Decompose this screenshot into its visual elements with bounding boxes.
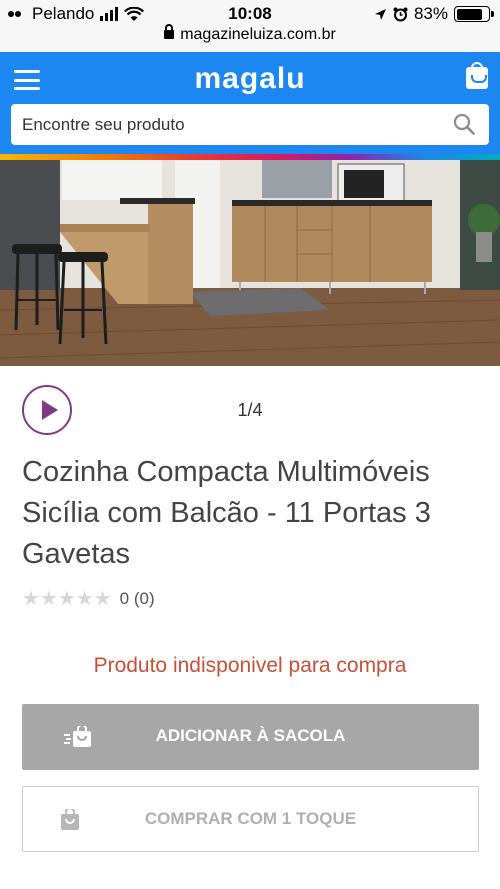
product-title: Cozinha Compacta Multimóveis Sicília com… <box>22 456 431 570</box>
search-input[interactable] <box>11 104 441 145</box>
product-rating[interactable]: ★★★★★ 0 (0) <box>22 586 155 611</box>
site-logo[interactable]: magalu <box>0 62 500 96</box>
search-bar <box>11 104 489 145</box>
buy-one-click-button[interactable]: COMPRAR COM 1 TOQUE <box>22 786 479 852</box>
lock-icon <box>164 24 175 39</box>
product-image[interactable] <box>0 160 500 366</box>
rating-stars-icon: ★★★★★ <box>22 588 112 610</box>
shopping-bag-icon[interactable] <box>466 62 488 89</box>
url-text: magazineluiza.com.br <box>180 26 336 43</box>
add-to-bag-label: ADICIONAR À SACOLA <box>155 726 346 745</box>
status-bar: Pelando 10:08 83% <box>0 0 500 28</box>
alarm-icon <box>393 7 408 21</box>
buy-one-click-label: COMPRAR COM 1 TOQUE <box>144 809 357 828</box>
battery-percent: 83% <box>413 4 448 23</box>
site-header: magalu <box>0 52 500 154</box>
browser-url-bar[interactable]: magazineluiza.com.br <box>0 24 500 52</box>
status-right: 83% <box>374 4 494 24</box>
battery-fill <box>456 8 483 20</box>
battery-icon <box>454 6 494 22</box>
add-to-bag-button[interactable]: ADICIONAR À SACOLA <box>22 704 479 770</box>
search-icon[interactable] <box>453 113 475 135</box>
unavailable-message: Produto indisponivel para compra <box>93 654 407 677</box>
rating-count: 0 (0) <box>119 588 155 608</box>
image-counter: 1/4 <box>237 400 263 420</box>
location-icon <box>374 8 386 20</box>
